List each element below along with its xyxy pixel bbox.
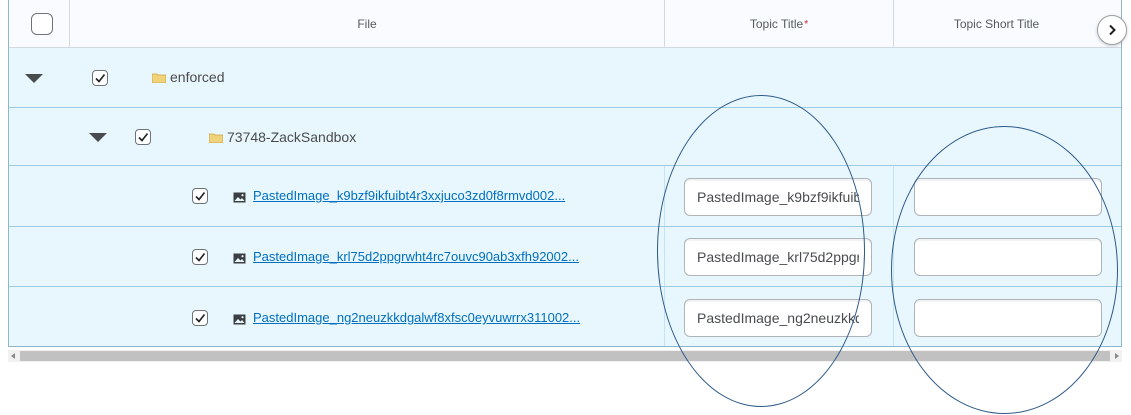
image-icon — [233, 192, 246, 203]
scroll-left-arrow-icon[interactable] — [11, 353, 15, 359]
checkmark-icon — [195, 253, 206, 262]
image-icon — [233, 253, 246, 264]
checkmark-icon — [138, 133, 149, 142]
required-marker: * — [804, 18, 809, 30]
short-title-input[interactable] — [914, 178, 1102, 216]
folder-checkbox[interactable] — [92, 70, 108, 86]
file-link[interactable]: PastedImage_krl75d2ppgrwht4rc7ouvc90ab3x… — [253, 249, 579, 264]
table-row: PastedImage_ng2neuzkkdgalwf8xfsc0eyvuwrr… — [9, 287, 1121, 346]
topic-title-column-header: Topic Title * — [749, 17, 809, 31]
short-title-column-header: Topic Short Title — [953, 17, 1040, 31]
checkmark-icon — [195, 314, 206, 323]
folder-icon — [152, 73, 166, 83]
folder-row-sandbox: 73748-ZackSandbox — [9, 108, 1121, 166]
checkmark-icon — [195, 192, 206, 201]
topic-title-input[interactable] — [684, 178, 872, 216]
select-all-checkbox[interactable] — [31, 13, 53, 35]
caret-down-icon[interactable] — [89, 133, 107, 142]
file-link[interactable]: PastedImage_k9bzf9ikfuibt4r3xxjuco3zd0f8… — [253, 188, 565, 203]
table-row: PastedImage_krl75d2ppgrwht4rc7ouvc90ab3x… — [9, 227, 1121, 287]
folder-checkbox[interactable] — [135, 129, 151, 145]
table-row: PastedImage_k9bzf9ikfuibt4r3xxjuco3zd0f8… — [9, 166, 1121, 227]
folder-label: enforced — [170, 69, 225, 85]
folder-icon — [209, 133, 223, 143]
scrollbar-thumb[interactable] — [20, 351, 1110, 361]
file-column-header: File — [357, 17, 377, 31]
topic-title-input[interactable] — [684, 299, 872, 337]
scroll-right-arrow-icon[interactable] — [1115, 353, 1119, 359]
topic-title-input[interactable] — [684, 238, 872, 276]
short-title-input[interactable] — [914, 238, 1102, 276]
file-checkbox[interactable] — [192, 310, 208, 326]
folder-label: 73748-ZackSandbox — [227, 129, 357, 145]
scroll-right-button[interactable] — [1097, 15, 1127, 45]
file-checkbox[interactable] — [192, 188, 208, 204]
caret-down-icon[interactable] — [25, 74, 43, 83]
file-link[interactable]: PastedImage_ng2neuzkkdgalwf8xfsc0eyvuwrr… — [253, 310, 580, 325]
chevron-right-icon — [1109, 24, 1116, 36]
short-title-input[interactable] — [914, 299, 1102, 337]
image-icon — [233, 314, 246, 325]
file-checkbox[interactable] — [192, 249, 208, 265]
checkmark-icon — [95, 74, 106, 83]
horizontal-scrollbar[interactable] — [8, 350, 1122, 362]
file-table: File Topic Title * Topic Short Title enfo… — [8, 0, 1122, 347]
folder-row-enforced: enforced — [9, 48, 1121, 108]
table-header: File Topic Title * Topic Short Title — [9, 0, 1121, 48]
